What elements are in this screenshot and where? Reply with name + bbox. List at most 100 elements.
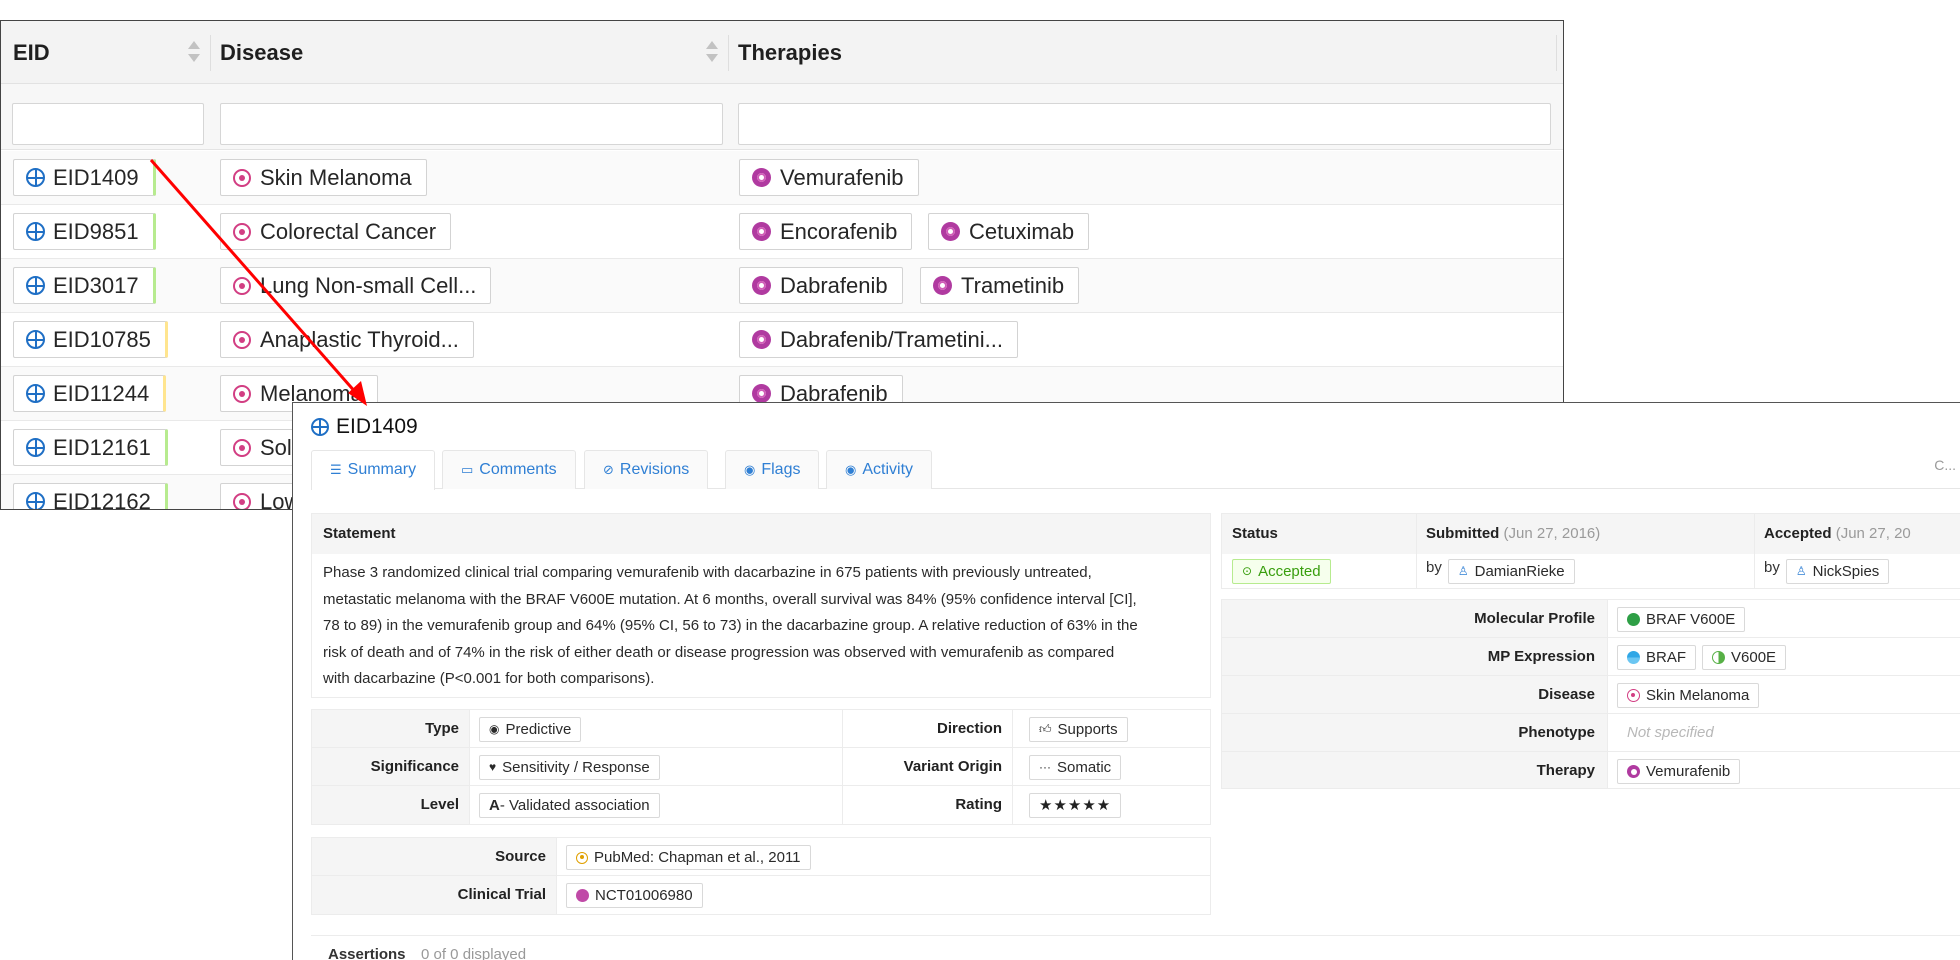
table-row[interactable]: EID10785 Anaplastic Thyroid... Dabrafeni… — [1, 313, 1563, 367]
variant-origin-label: Variant Origin — [903, 758, 1002, 775]
sort-eid-icon[interactable] — [185, 36, 203, 68]
eid-tag[interactable]: EID12162 — [13, 483, 168, 509]
summary-icon: ☰ — [330, 462, 342, 477]
disease-tag[interactable]: Skin Melanoma — [220, 159, 427, 196]
user-icon: ♙ — [1457, 564, 1469, 578]
clinical-trial-row: Clinical Trial NCT01006980 — [312, 876, 1210, 914]
variant-icon — [1712, 651, 1726, 664]
tab-activity[interactable]: ◉ Activity — [826, 450, 933, 489]
variant-tag[interactable]: V600E — [1702, 645, 1787, 670]
heart-icon: ♥ — [489, 760, 497, 774]
variant-origin-value[interactable]: ··· Somatic — [1029, 755, 1122, 780]
evidence-detail-panel: EID1409 ☰ Summary ▭ Comments ⊘ Revisions ◉ F… — [292, 402, 1960, 960]
therapy-icon — [1627, 765, 1640, 778]
disease-icon — [233, 168, 251, 187]
significance-label: Significance — [370, 758, 459, 775]
disease-label: Disease — [1538, 686, 1595, 703]
column-divider — [1556, 35, 1557, 71]
level-label: Level — [420, 796, 459, 813]
tab-comments[interactable]: ▭ Comments — [442, 450, 576, 489]
accepted-by: by ♙ NickSpies — [1764, 559, 1890, 584]
source-label: Source — [495, 848, 546, 865]
submitted-by: by ♙ DamianRieke — [1426, 559, 1575, 584]
tab-flags[interactable]: ◉ Flags — [725, 450, 820, 489]
revision-icon: ⊘ — [603, 462, 614, 477]
statement-heading: Statement — [312, 514, 1210, 554]
sort-disease-icon[interactable] — [703, 36, 721, 68]
therapy-icon — [941, 222, 960, 241]
type-value[interactable]: ◉ Predictive — [479, 717, 582, 742]
column-header-eid[interactable]: EID — [13, 21, 50, 84]
disease-value[interactable]: Skin Melanoma — [1617, 683, 1760, 708]
molecular-profile-label: Molecular Profile — [1474, 610, 1595, 627]
molecular-profile-icon — [1627, 613, 1640, 626]
table-row[interactable]: EID3017 Lung Non-small Cell... Dabrafeni… — [1, 259, 1563, 313]
eid-tag[interactable]: EID11244 — [13, 375, 167, 412]
properties-grid: Molecular Profile BRAF V600E MP Expressi… — [1221, 599, 1960, 789]
phenotype-value: Not specified — [1627, 724, 1714, 741]
tab-revisions[interactable]: ⊘ Revisions — [584, 450, 709, 489]
disease-tag[interactable]: Colorectal Cancer — [220, 213, 452, 250]
eid-filter-input[interactable] — [12, 103, 204, 145]
eye-icon: ◉ — [489, 722, 500, 736]
flag-icon: ◉ — [744, 462, 756, 477]
disease-icon — [233, 438, 251, 457]
assertions-strip: Assertions 0 of 0 displayed — [311, 935, 1960, 960]
direction-label: Direction — [936, 720, 1002, 737]
table-header: EID Disease Therapies — [1, 21, 1563, 84]
evidence-icon — [26, 438, 45, 457]
status-value: ⊙ Accepted — [1232, 559, 1331, 584]
evidence-icon — [311, 418, 329, 436]
therapy-tag[interactable]: Dabrafenib/Trametini... — [739, 321, 1018, 358]
direction-value[interactable]: 👍︎ Supports — [1029, 717, 1128, 742]
source-grid: Source PubMed: Chapman et al., 2011 Clin… — [311, 837, 1211, 915]
grid-divider — [1754, 514, 1755, 588]
evidence-icon — [26, 330, 45, 349]
table-row[interactable]: EID1409 Skin Melanoma Vemurafenib — [1, 151, 1563, 205]
disease-icon — [1627, 689, 1640, 702]
disease-tag[interactable]: Lung Non-small Cell... — [220, 267, 492, 304]
source-value[interactable]: PubMed: Chapman et al., 2011 — [566, 845, 811, 870]
evidence-icon — [26, 222, 45, 241]
therapy-tag[interactable]: Trametinib — [920, 267, 1080, 304]
property-row: Disease Skin Melanoma — [1222, 676, 1960, 714]
column-header-disease[interactable]: Disease — [220, 21, 303, 84]
source-icon — [576, 851, 588, 864]
gene-icon — [1627, 651, 1640, 664]
therapy-tag[interactable]: Encorafenib — [739, 213, 913, 250]
tab-summary[interactable]: ☰ Summary — [311, 450, 436, 490]
level-value[interactable]: A - Validated association — [479, 793, 660, 818]
therapy-icon — [752, 330, 771, 349]
disease-icon — [233, 276, 251, 295]
clinical-trial-icon — [576, 889, 589, 902]
therapies-filter-input[interactable] — [738, 103, 1551, 145]
column-header-therapies[interactable]: Therapies — [738, 21, 842, 84]
disease-tag[interactable]: Anaplastic Thyroid... — [220, 321, 474, 358]
therapy-tag[interactable]: Cetuximab — [928, 213, 1090, 250]
eid-tag[interactable]: EID10785 — [13, 321, 168, 358]
eid-tag[interactable]: EID1409 — [13, 159, 156, 196]
eid-tag[interactable]: EID3017 — [13, 267, 156, 304]
clinical-trial-value[interactable]: NCT01006980 — [566, 883, 703, 908]
attribute-row: Significance ♥ Sensitivity / Response Var… — [312, 748, 1210, 786]
disease-icon — [233, 492, 251, 509]
table-row[interactable]: EID9851 Colorectal Cancer Encorafenib Ce… — [1, 205, 1563, 259]
eid-tag[interactable]: EID9851 — [13, 213, 156, 250]
submitter-user[interactable]: ♙ DamianRieke — [1447, 559, 1575, 584]
significance-value[interactable]: ♥ Sensitivity / Response — [479, 755, 660, 780]
therapy-tag[interactable]: Vemurafenib — [739, 159, 919, 196]
eid-tag[interactable]: EID12161 — [13, 429, 168, 466]
disease-filter-input[interactable] — [220, 103, 723, 145]
acceptor-user[interactable]: ♙ NickSpies — [1785, 559, 1890, 584]
tabs-overflow[interactable]: C... — [1934, 457, 1956, 473]
user-icon: ♙ — [1795, 564, 1807, 578]
phenotype-label: Phenotype — [1518, 724, 1595, 741]
therapy-value[interactable]: Vemurafenib — [1617, 759, 1741, 784]
evidence-title: EID1409 — [311, 415, 418, 439]
mp-expression-value: BRAF V600E — [1617, 645, 1787, 670]
molecular-profile-value[interactable]: BRAF V600E — [1617, 607, 1746, 632]
status-label: Status — [1232, 525, 1278, 542]
attributes-grid: Type ◉ Predictive Direction 👍︎ Supports Si… — [311, 709, 1211, 825]
therapy-tag[interactable]: Dabrafenib — [739, 267, 903, 304]
gene-tag[interactable]: BRAF — [1617, 645, 1697, 670]
